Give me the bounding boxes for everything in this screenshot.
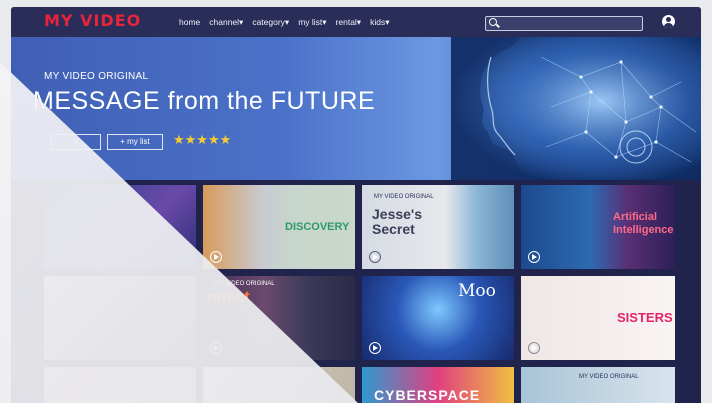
content-tile[interactable]: DISCOVERY	[203, 185, 355, 269]
content-tile[interactable]: Artificial Intelligence	[521, 185, 675, 269]
tile-title: Jesse's Secret	[372, 206, 423, 237]
content-tile[interactable]: Moo	[362, 276, 514, 360]
content-tile[interactable]: SISTERS	[521, 276, 675, 360]
nav-kids[interactable]: kids▾	[370, 17, 389, 28]
content-tile[interactable]: MY VIDEO ORIGINAL	[521, 367, 675, 403]
play-icon[interactable]	[210, 342, 222, 354]
hero-banner[interactable]: MY VIDEO ORIGINAL MESSAGE from the FUTUR…	[11, 37, 701, 180]
hero-title: MESSAGE from the FUTURE	[33, 87, 376, 115]
tile-title: SISTERS	[617, 310, 673, 325]
add-to-my-list-button[interactable]: + my list	[107, 134, 163, 150]
user-account-icon[interactable]	[662, 15, 675, 28]
top-navigation-bar: MY VIDEO home channel▾ category▾ my list…	[11, 7, 701, 37]
content-tile[interactable]	[44, 367, 196, 403]
tile-tag: MY VIDEO ORIGINAL	[579, 374, 639, 380]
play-icon[interactable]	[210, 251, 222, 263]
content-tile[interactable]	[203, 367, 355, 403]
play-icon[interactable]	[528, 342, 540, 354]
nav-channel[interactable]: channel▾	[209, 17, 243, 28]
main-nav: home channel▾ category▾ my list▾ rental▾…	[179, 17, 389, 28]
search-icon[interactable]	[489, 18, 497, 26]
content-tile[interactable]: MY VIDEO ORIGINAL nnect	[203, 276, 355, 360]
tile-title: nnect	[207, 289, 250, 306]
play-icon[interactable]	[369, 342, 381, 354]
hero-artwork-image	[451, 37, 701, 180]
content-tile[interactable]	[44, 276, 196, 360]
play-button[interactable]: Y	[51, 134, 101, 150]
content-tile[interactable]	[44, 185, 196, 269]
rating-stars: ★★★★★	[173, 132, 232, 147]
tile-title: DISCOVERY	[285, 221, 350, 233]
tile-title: Moo	[458, 281, 496, 301]
search-input[interactable]	[485, 16, 643, 31]
tile-tag: MY VIDEO ORIGINAL	[374, 194, 434, 200]
content-tile[interactable]: CYBERSPACE	[362, 367, 514, 403]
tile-tag: MY VIDEO ORIGINAL	[215, 281, 275, 287]
app-logo[interactable]: MY VIDEO	[44, 11, 141, 30]
nav-rental[interactable]: rental▾	[336, 17, 362, 28]
play-icon[interactable]	[369, 251, 381, 263]
content-grid: DISCOVERY MY VIDEO ORIGINAL Jesse's Secr…	[11, 180, 701, 403]
nav-my-list[interactable]: my list▾	[298, 17, 326, 28]
nav-category[interactable]: category▾	[252, 17, 289, 28]
hero-subtitle: MY VIDEO ORIGINAL	[44, 71, 149, 82]
tile-title: Artificial Intelligence	[613, 211, 674, 236]
app-window: MY VIDEO home channel▾ category▾ my list…	[11, 7, 701, 403]
nav-home[interactable]: home	[179, 17, 200, 28]
play-icon[interactable]	[528, 251, 540, 263]
content-tile[interactable]: MY VIDEO ORIGINAL Jesse's Secret	[362, 185, 514, 269]
tile-title: CYBERSPACE	[374, 387, 481, 403]
